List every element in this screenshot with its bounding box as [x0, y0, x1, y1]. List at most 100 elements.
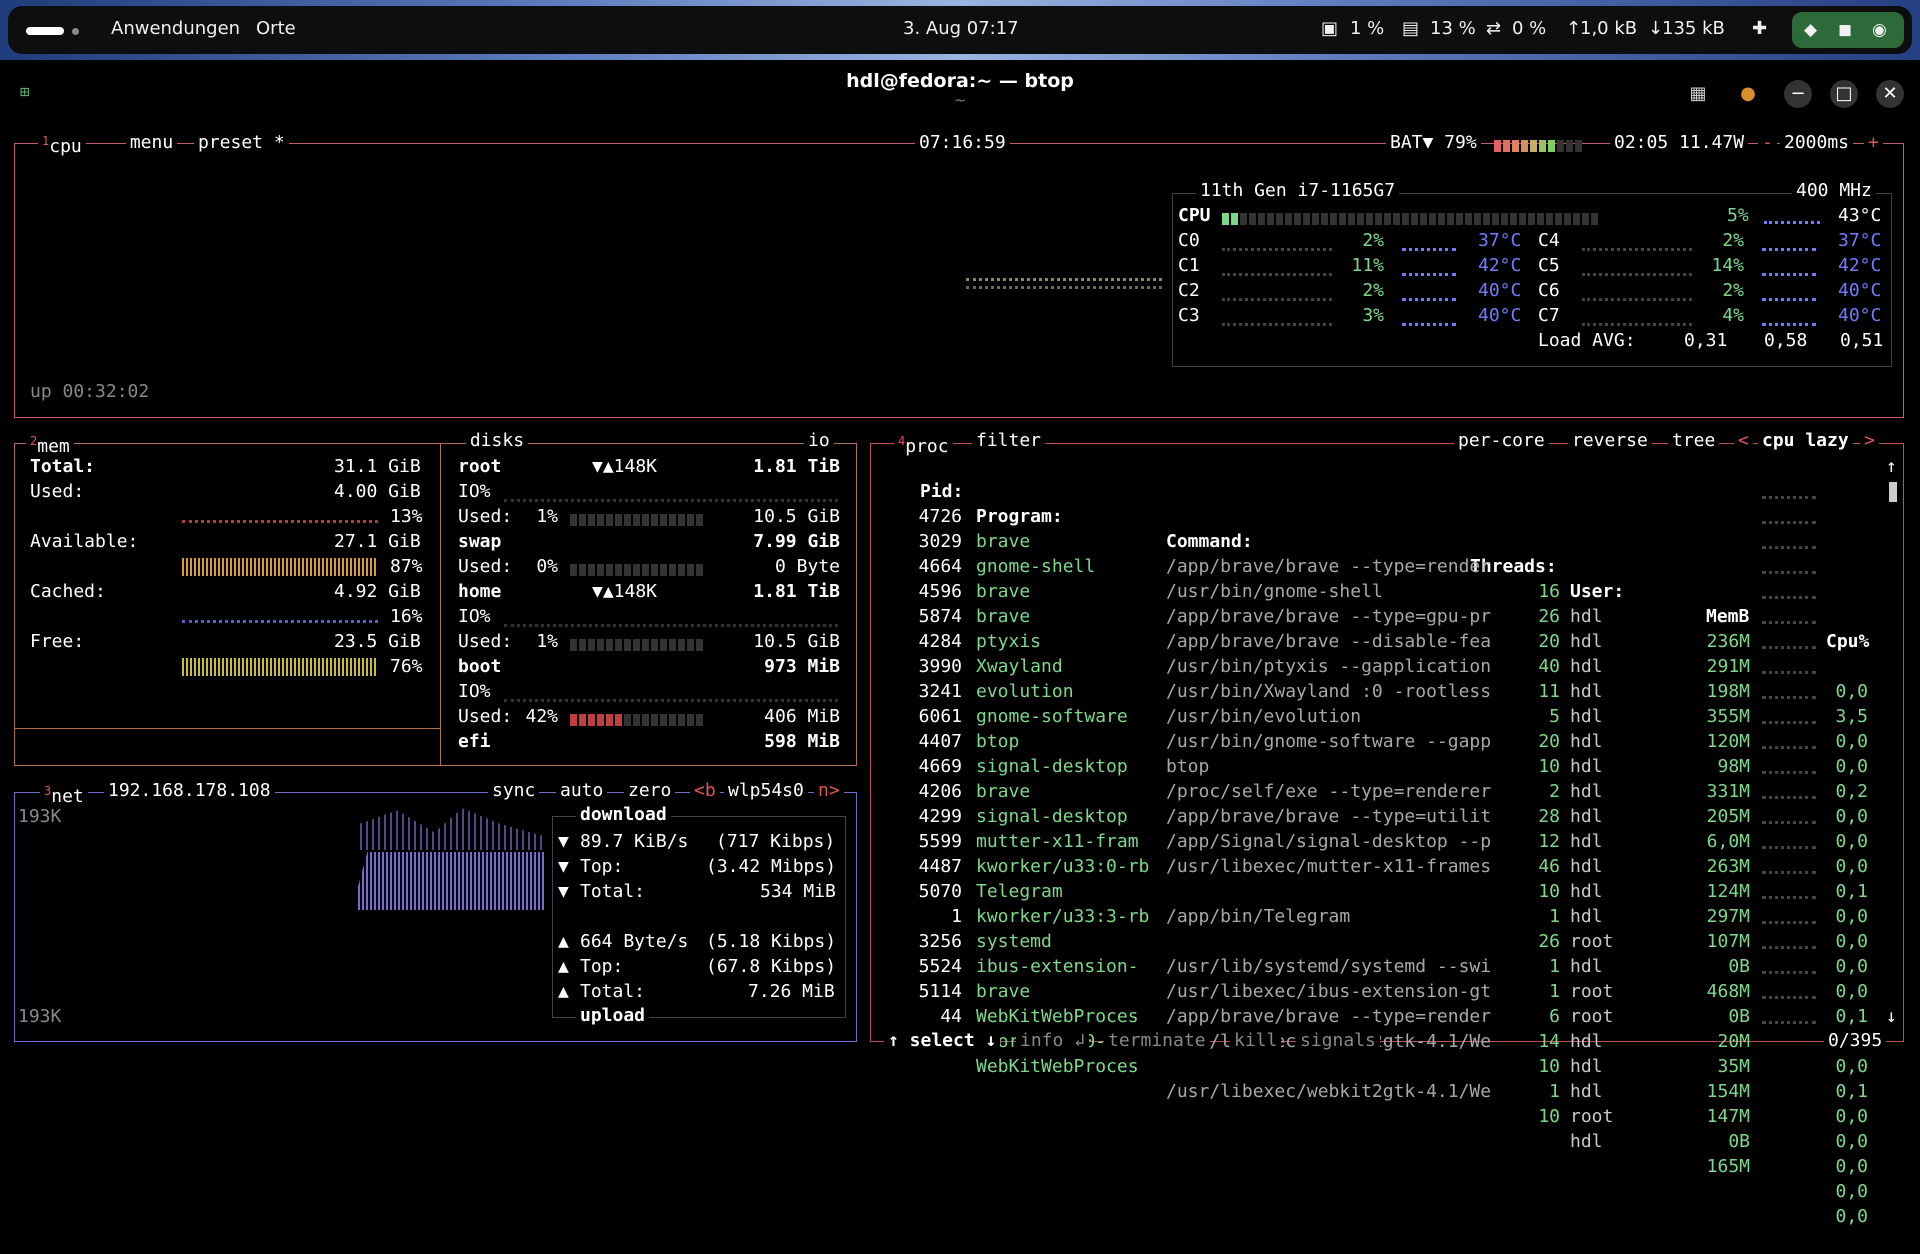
table-row[interactable]: 5070 kworker/u33:3-rb 1 root 0B 0,0 — [880, 854, 1880, 1077]
disk-used: 0 Byte — [774, 556, 840, 577]
table-row[interactable]: 4299 mutter-x11-fram /usr/libexec/mutter… — [880, 779, 1880, 1002]
filter-button[interactable]: filter — [972, 430, 1046, 452]
proc-scrollbar[interactable] — [1889, 482, 1897, 502]
mem-avail-pct: 87% — [390, 556, 423, 577]
core-temp-graph — [1402, 298, 1456, 303]
terminate-button[interactable]: terminate — [1104, 1030, 1210, 1052]
tab-overview-icon[interactable]: ▦ — [1684, 80, 1712, 108]
prev-interface-button[interactable]: <b — [690, 780, 720, 802]
sync-toggle[interactable]: sync — [488, 780, 540, 802]
disk-io-speed: ▼▲148K — [592, 581, 658, 602]
menu-icon[interactable]: ● — [1734, 80, 1762, 108]
workspace-indicator[interactable] — [26, 27, 64, 35]
table-row[interactable]: 4596 brave /app/brave/brave --disable-fe… — [880, 554, 1880, 777]
tray-app-icon[interactable]: ◼ — [1838, 20, 1852, 40]
disk-used-meter — [570, 636, 705, 651]
preset-button[interactable]: preset * — [194, 132, 289, 154]
core-graph — [1222, 323, 1332, 328]
sort-prev-button[interactable]: < — [1734, 430, 1753, 452]
close-icon[interactable]: ✕ — [1876, 80, 1904, 108]
signals-button[interactable]: signals — [1296, 1030, 1380, 1052]
table-row[interactable]: 4487 Telegram /app/bin/Telegram 26 hdl 4… — [880, 829, 1880, 1052]
row-cpu-graph — [1762, 746, 1816, 749]
disk-io-label: IO% — [458, 606, 491, 627]
cpu-total-label: CPU — [1178, 205, 1211, 226]
disk-name[interactable]: home — [458, 579, 501, 604]
tray-app-icon[interactable]: ◉ — [1872, 20, 1887, 40]
tree-toggle[interactable]: tree — [1668, 430, 1720, 452]
io-toggle[interactable]: io — [804, 430, 834, 452]
disk-name[interactable]: boot — [458, 654, 501, 679]
disk-name[interactable]: root — [458, 454, 501, 479]
clock[interactable]: 3. Aug 07:17 — [903, 18, 1019, 39]
table-row[interactable]: 4669 brave /app/brave/brave --type=utili… — [880, 729, 1880, 952]
table-row[interactable]: 5114 WebKitWebProces /usr/libexec/webkit… — [880, 954, 1880, 1177]
table-row[interactable]: 3990 evolution /usr/bin/evolution 20 hdl… — [880, 629, 1880, 852]
core-name: C5 — [1538, 255, 1560, 276]
select-hint[interactable]: ↑ select ↓ — [884, 1030, 1001, 1052]
sort-mode[interactable]: cpu lazy — [1758, 430, 1853, 452]
minimize-icon[interactable]: − — [1784, 80, 1812, 108]
core-temp: 37°C — [1478, 230, 1522, 251]
next-interface-button[interactable]: n> — [814, 780, 844, 802]
applications-menu[interactable]: Anwendungen — [111, 18, 240, 39]
core-temp: 42°C — [1478, 255, 1522, 276]
row-user: root — [1570, 1106, 1614, 1127]
table-row[interactable]: 3029 gnome-shell /usr/bin/gnome-shell 26… — [880, 504, 1880, 727]
core-pct: 3% — [1362, 305, 1384, 326]
table-row[interactable]: 3256 ibus-extension- /usr/libexec/ibus-e… — [880, 904, 1880, 1127]
system-tray[interactable]: ◆ ◼ ◉ — [1792, 12, 1904, 48]
swap-icon: ⇄ — [1486, 18, 1502, 39]
scroll-down-icon[interactable]: ↓ — [1886, 1004, 1897, 1029]
disks-box-title[interactable]: ddisks — [466, 430, 529, 452]
interval-increase[interactable]: + — [1864, 132, 1883, 154]
table-row[interactable]: 1 systemd /usr/lib/systemd/systemd --swi… — [880, 879, 1880, 1102]
table-row[interactable]: 3241 gnome-software /usr/bin/gnome-softw… — [880, 654, 1880, 877]
workspace-dot[interactable] — [72, 28, 79, 35]
disk-used-meter — [570, 511, 705, 526]
upload-arrow-icon: ↑ — [1566, 18, 1582, 39]
cpu-usage: 1 % — [1350, 18, 1385, 39]
tray-app-icon[interactable]: ◆ — [1804, 20, 1817, 40]
auto-toggle[interactable]: auto — [556, 780, 608, 802]
table-row[interactable]: 4407 signal-desktop /proc/self/exe --typ… — [880, 704, 1880, 927]
interval-decrease[interactable]: - — [1758, 132, 1777, 154]
table-row[interactable]: 4284 Xwayland /usr/bin/Xwayland :0 -root… — [880, 604, 1880, 827]
table-row[interactable]: 4042 WebKitWebProces /usr/libexec/webkit… — [880, 1004, 1880, 1227]
battery-status: BAT▼ 79% — [1386, 132, 1481, 154]
menu-button[interactable]: mmenu — [126, 132, 178, 154]
table-row[interactable]: 5874 ptyxis /usr/bin/ptyxis --gapplicati… — [880, 579, 1880, 802]
core-temp-graph — [1402, 273, 1456, 278]
update-interval[interactable]: 2000ms — [1780, 132, 1854, 154]
info-button[interactable]: info ↲ — [1016, 1030, 1090, 1052]
row-threads: 14 — [1538, 1031, 1560, 1052]
reverse-toggle[interactable]: reverse — [1568, 430, 1652, 452]
table-row[interactable]: 4664 brave /app/brave/brave --type=gpu-p… — [880, 529, 1880, 752]
download-top-label: Top: — [580, 856, 624, 877]
row-user: hdl — [1570, 1056, 1603, 1077]
row-cpu-graph — [1762, 721, 1816, 724]
disk-name[interactable]: efi — [458, 729, 491, 754]
table-row[interactable]: 44 kworker/4:0-i915 1 root 0B 0,0 — [880, 979, 1880, 1202]
row-mem: 147M — [1706, 1106, 1750, 1127]
table-row[interactable]: 4726 brave /app/brave/brave --type=rende… — [880, 479, 1880, 702]
zero-toggle[interactable]: zero — [624, 780, 676, 802]
core-pct: 14% — [1711, 255, 1744, 276]
places-menu[interactable]: Orte — [256, 18, 296, 39]
core-pct: 2% — [1722, 280, 1744, 301]
per-core-toggle[interactable]: per-core — [1454, 430, 1549, 452]
table-row[interactable]: 6061 btop btop 2 hdl 6,0M 0,1 — [880, 679, 1880, 902]
cpu-box-title[interactable]: 1cpu — [38, 130, 86, 158]
table-row[interactable]: 5524 brave /app/brave/brave --type=rende… — [880, 929, 1880, 1152]
download-label: download — [576, 804, 671, 826]
kill-button[interactable]: kill — [1230, 1030, 1282, 1052]
disk-name[interactable]: swap — [458, 529, 501, 554]
maximize-icon[interactable]: □ — [1830, 80, 1858, 108]
sort-next-button[interactable]: > — [1860, 430, 1879, 452]
extensions-puzzle-icon[interactable]: ✚ — [1752, 18, 1767, 39]
table-row[interactable]: 5599 kworker/u33:0-rb 1 root 0B 0,1 — [880, 804, 1880, 1027]
scroll-up-icon[interactable]: ↑ — [1886, 454, 1897, 479]
table-row[interactable]: 4206 signal-desktop /app/Signal/signal-d… — [880, 754, 1880, 977]
mem-free-pct: 76% — [390, 656, 423, 677]
row-cpu: 0,0 — [1835, 1106, 1868, 1127]
